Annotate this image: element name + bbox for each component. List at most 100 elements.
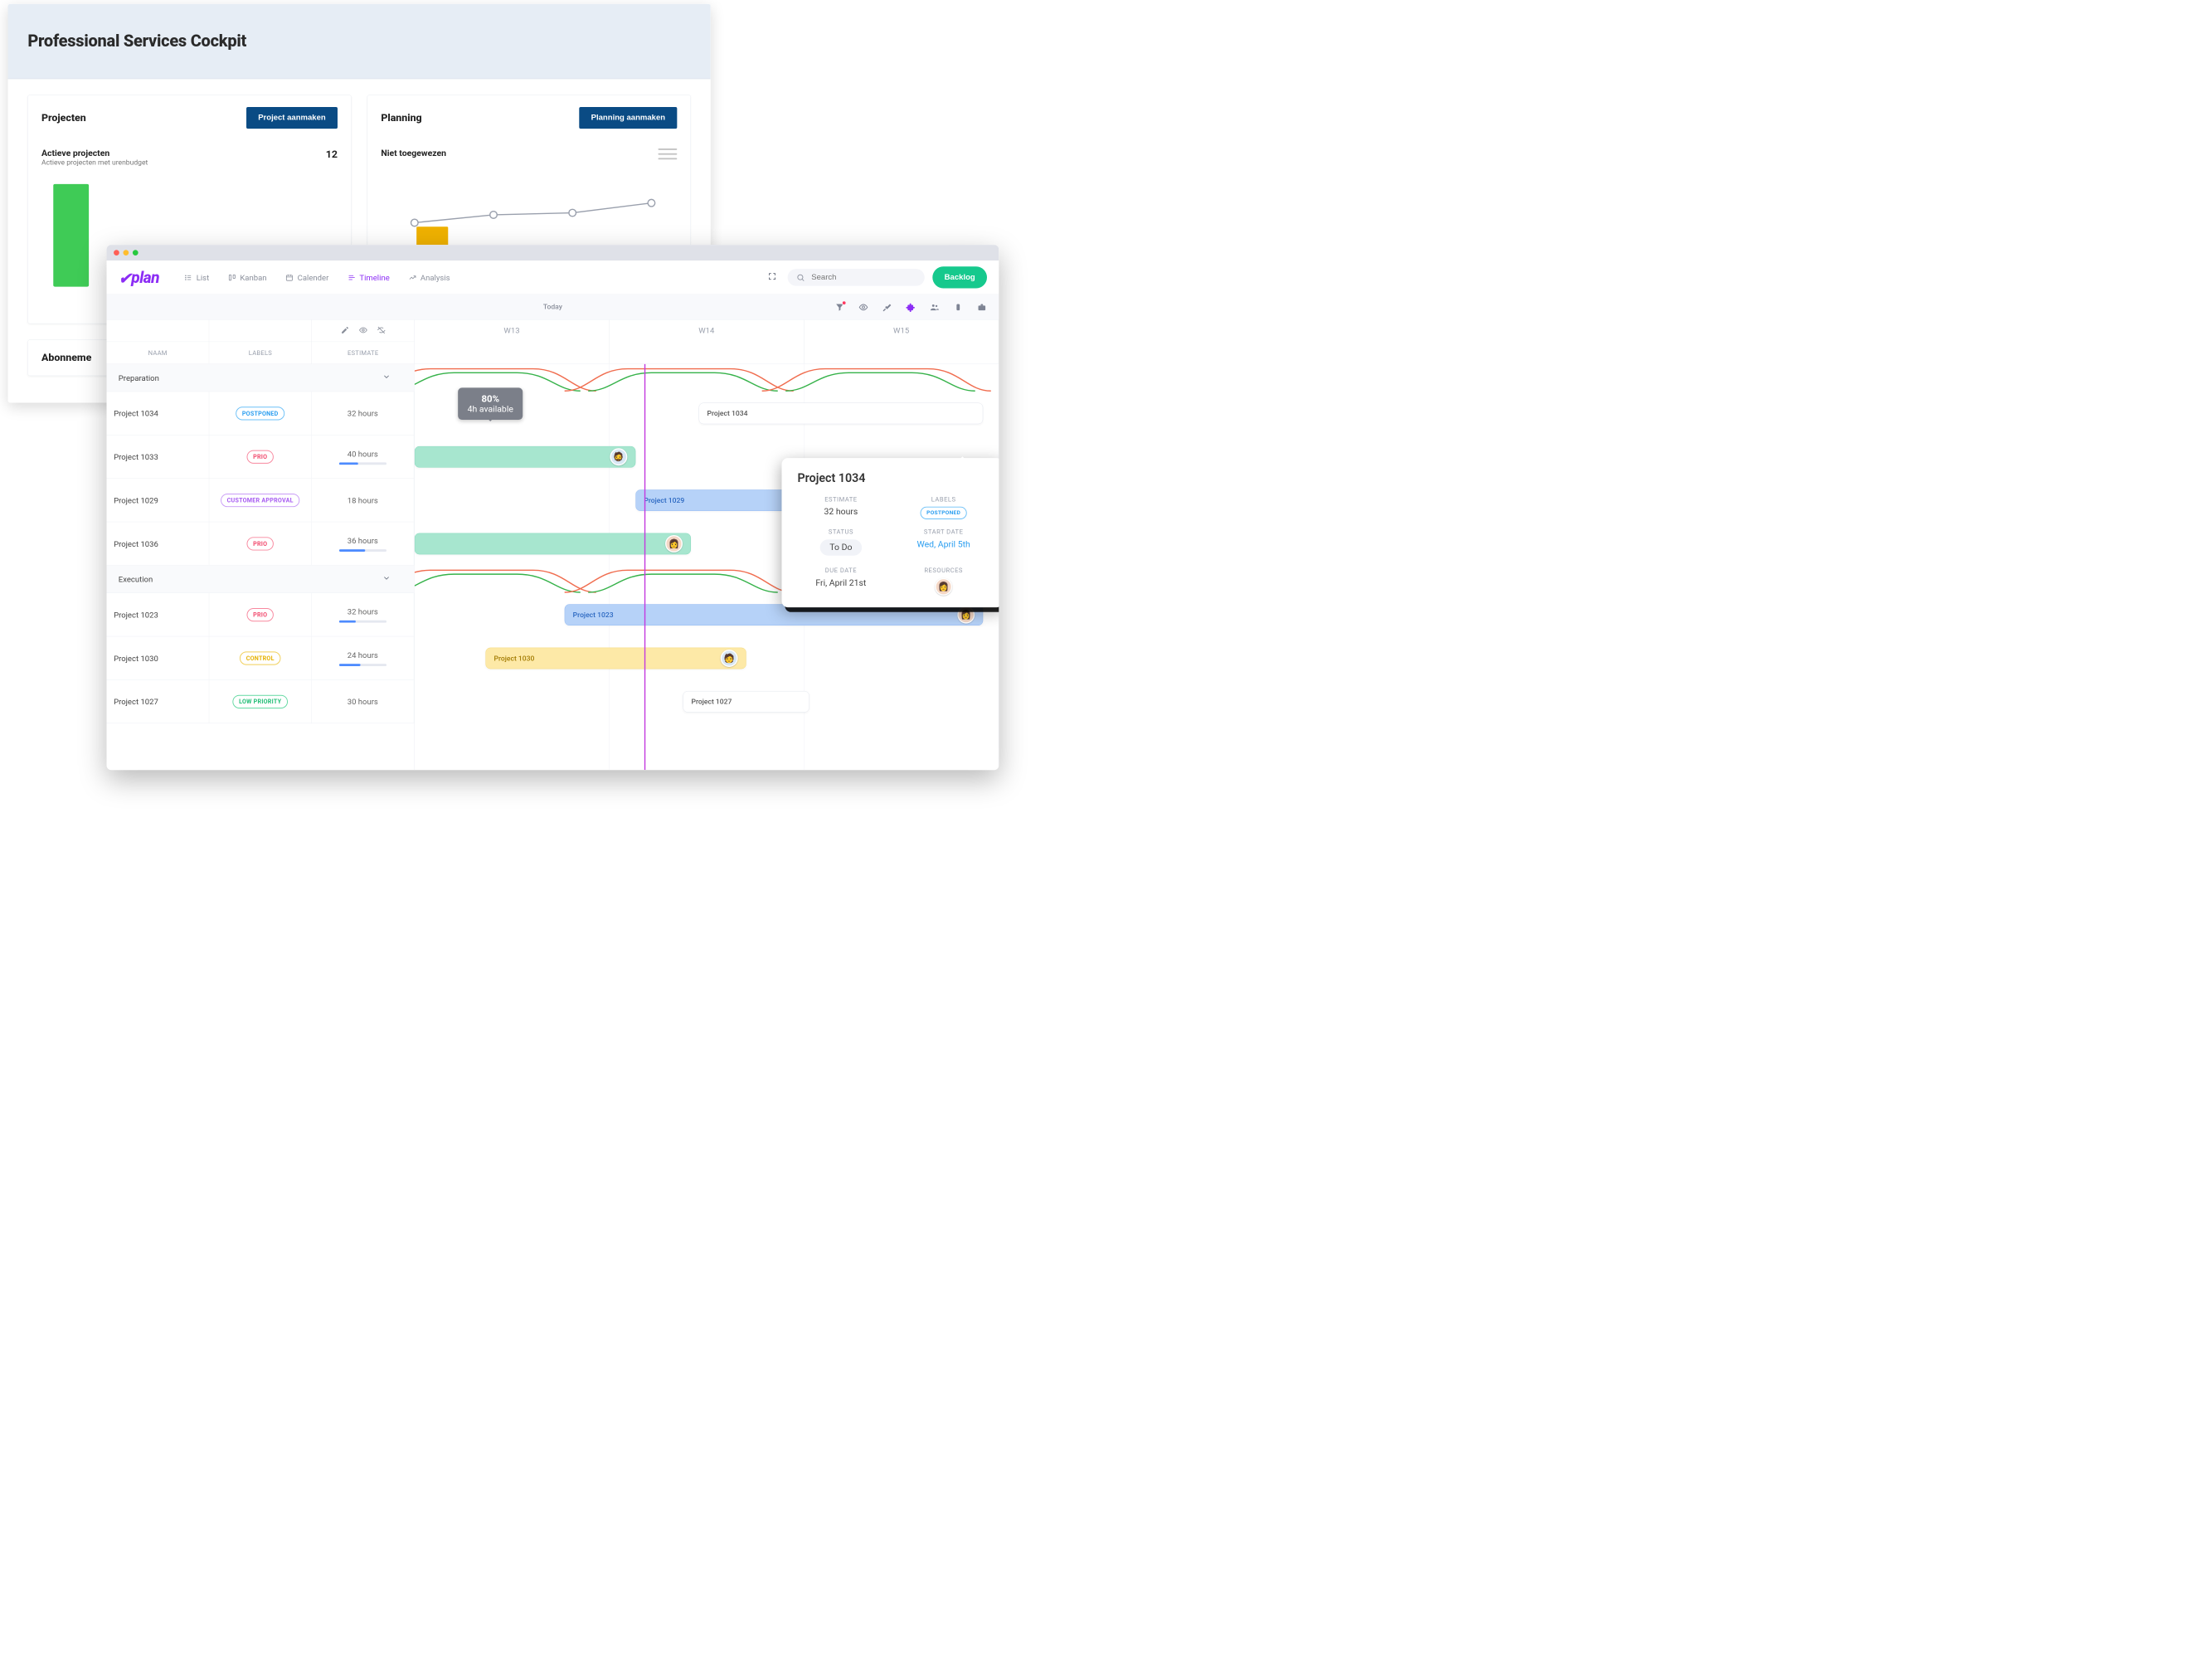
bar-label: Project 1023 [573,611,614,619]
today-label[interactable]: Today [543,303,562,311]
eye-icon[interactable] [858,302,868,312]
tag-icon[interactable] [953,302,963,312]
bar-project-1036[interactable]: 👩 [415,533,691,555]
tab-list-label: List [197,273,209,282]
fullscreen-icon[interactable] [765,269,780,286]
chevron-down-icon[interactable] [382,574,391,585]
row-name: Project 1036 [107,522,210,565]
week-header: W13 W14 W15 [415,320,999,364]
search-box[interactable] [788,269,925,285]
avatar-icon: 🧔 [610,448,627,465]
window-titlebar [107,245,999,260]
section-row[interactable]: Preparation [107,364,415,392]
tooltip-sub: 4h available [468,404,513,414]
row-estimate: 24 hours [312,636,415,679]
table-row[interactable]: Project 1023 PRIO 32 hours [107,593,415,636]
briefcase-icon[interactable] [977,302,987,312]
eye-icon[interactable] [358,325,367,335]
bar-project-1034[interactable]: Project 1034 [699,403,984,425]
traffic-max-icon[interactable] [133,250,139,256]
pencil-icon[interactable] [341,325,349,335]
row-name: Project 1029 [107,479,210,522]
popup-estimate-label: ESTIMATE [824,495,857,503]
actieve-projecten-label: Actieve projecten [41,148,148,158]
label-pill: PRIO [247,608,274,621]
tab-kanban[interactable]: Kanban [222,270,272,285]
row-name: Project 1030 [107,636,210,679]
table-row[interactable]: Project 1036 PRIO 36 hours [107,522,415,565]
table-row[interactable]: Project 1030 CONTROL 24 hours [107,636,415,679]
eye-off-icon[interactable] [377,325,385,335]
project-aanmaken-button[interactable]: Project aanmaken [246,107,338,129]
card-planning-title: Planning [381,112,421,124]
traffic-close-icon[interactable] [114,250,119,256]
week-14: W14 [698,325,714,334]
puzzle-icon[interactable] [906,302,916,312]
table-row[interactable]: Project 1034 POSTPONED 32 hours [107,392,415,435]
popup-labels-label: LABELS [931,495,956,503]
estimate-text: 32 hours [348,606,378,616]
bar-project-1030[interactable]: Project 1030 🧑 [485,648,746,669]
progress-bar [339,621,386,623]
avatar-icon: 🧑 [721,650,738,667]
table-row[interactable]: Project 1029 CUSTOMER APPROVAL 18 hours [107,479,415,522]
bar-project-1033[interactable]: 🧔 [415,446,636,468]
row-estimate: 30 hours [312,680,415,723]
row-labels: PRIO [209,436,312,479]
detail-popup: Project 1034 ESTIMATE 32 hours LABELS PO… [781,458,999,607]
row-labels: POSTPONED [209,392,312,435]
popup-start-label: START DATE [924,528,963,535]
bar-project-1023[interactable]: Project 1023 👩 [565,604,984,626]
planning-aanmaken-button[interactable]: Planning aanmaken [579,107,677,129]
tab-kanban-label: Kanban [240,273,266,282]
popup-title: Project 1034 [798,471,987,485]
cockpit-header: Professional Services Cockpit [8,4,711,79]
tab-timeline-label: Timeline [359,273,389,282]
row-estimate: 32 hours [312,593,415,636]
bar-project-1027[interactable]: Project 1027 [683,691,809,713]
tab-calendar-label: Calender [298,273,329,282]
avatar-icon: 👩 [935,578,952,596]
tab-timeline[interactable]: Timeline [342,270,395,285]
topbar: ✔plan List Kanban Calender Timeline Anal… [107,260,999,295]
week-15: W15 [893,325,909,334]
tooltip-pct: 80% [468,393,513,404]
tab-analysis[interactable]: Analysis [403,270,455,285]
popup-status-value[interactable]: To Do [820,539,862,556]
green-bar-chart [53,184,89,287]
cockpit-title: Professional Services Cockpit [27,32,246,51]
col-estimate: ESTIMATE [312,342,415,364]
tab-calendar[interactable]: Calender [280,270,334,285]
label-pill: PRIO [247,450,274,463]
tab-list[interactable]: List [179,270,215,285]
popup-due-label: DUE DATE [825,567,857,574]
row-labels: CUSTOMER APPROVAL [209,479,312,522]
table-row[interactable]: Project 1027 LOW PRIORITY 30 hours [107,680,415,723]
card-projecten-title: Projecten [41,112,86,124]
backlog-button[interactable]: Backlog [932,266,987,288]
column-tools [312,320,415,343]
actieve-projecten-value: 12 [326,148,338,160]
col-naam: NAAM [107,342,210,364]
estimate-text: 24 hours [348,650,378,660]
section-row[interactable]: Execution [107,566,415,593]
progress-bar [339,462,386,465]
traffic-min-icon[interactable] [124,250,129,256]
row-labels: PRIO [209,522,312,565]
table-row[interactable]: Project 1033 PRIO 40 hours [107,436,415,479]
tools-icon[interactable] [882,302,892,312]
row-labels: CONTROL [209,636,312,679]
row-name: Project 1033 [107,436,210,479]
filter-icon[interactable] [834,302,844,312]
popup-labels-value: POSTPONED [921,507,967,517]
search-input[interactable] [811,273,916,282]
section-name: Preparation [119,373,159,382]
search-icon [796,273,805,281]
team-icon[interactable] [930,302,940,312]
popup-start-value[interactable]: Wed, April 5th [916,539,970,549]
menu-icon[interactable] [658,148,677,159]
row-estimate: 40 hours [312,436,415,479]
chevron-down-icon[interactable] [382,372,391,383]
brand-logo[interactable]: ✔plan [119,268,159,286]
section-name: Execution [119,574,153,583]
